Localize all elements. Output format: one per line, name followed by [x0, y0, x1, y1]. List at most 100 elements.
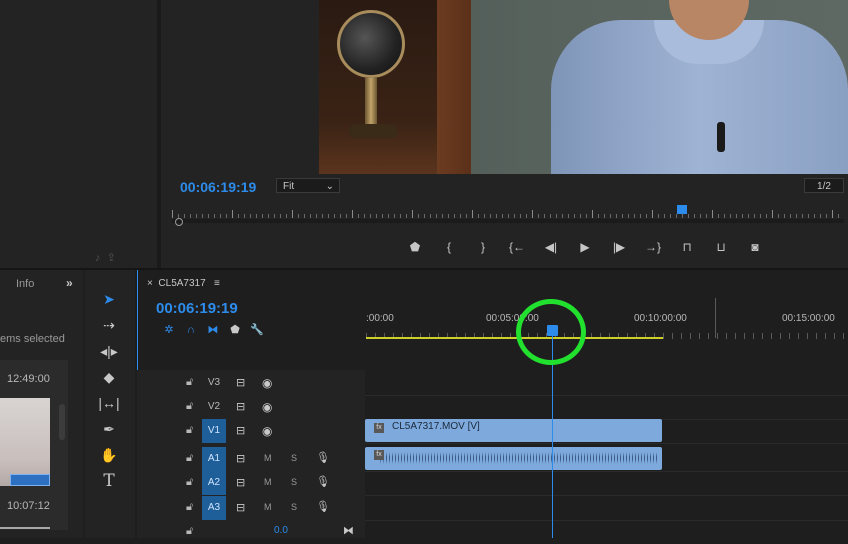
lock-icon[interactable]: 🔓︎ [186, 525, 193, 538]
type-tool-icon[interactable]: T [97, 469, 121, 495]
more-panels-button[interactable]: » [66, 276, 73, 290]
program-video-frame [319, 0, 848, 174]
highlight-circle [516, 299, 586, 365]
step-forward-icon[interactable]: |▶ [602, 238, 636, 256]
ruler-label: :00:00 [366, 313, 394, 324]
items-selected-label: ems selected [0, 333, 65, 345]
eye-icon[interactable]: ◉ [262, 400, 272, 414]
sync-lock-icon[interactable]: ⊟ [236, 424, 245, 437]
play-icon[interactable]: ▶ [568, 238, 602, 256]
source-monitor-footer: ♪⇪ [95, 251, 122, 264]
source-monitor-panel [0, 0, 157, 268]
solo-button[interactable]: S [291, 502, 297, 512]
clip-type-badge [10, 474, 50, 486]
fx-badge: fx [374, 450, 384, 460]
mute-button[interactable]: M [264, 477, 272, 487]
go-to-in-icon[interactable]: {← [500, 238, 534, 256]
program-time-ruler-major-ticks [172, 204, 844, 218]
tab-sequence[interactable]: × CL5A7317 ≡ [147, 278, 220, 289]
nest-sequence-icon[interactable]: ✲ [158, 322, 180, 338]
program-playhead[interactable] [677, 205, 687, 214]
microphone-icon[interactable]: 🎙︎ [316, 500, 330, 513]
track-header-v3: 🔓︎ V3 ⊟ ◉ [138, 371, 365, 395]
mark-out-icon[interactable]: } [466, 238, 500, 256]
track-header-a3: 🔓︎ A3 ⊟ M S 🎙︎ [138, 496, 365, 520]
step-back-icon[interactable]: ◀| [534, 238, 568, 256]
sync-lock-icon[interactable]: ⊟ [236, 400, 245, 413]
slip-tool-icon[interactable]: |↔| [97, 391, 121, 417]
lift-icon[interactable]: ⊓ [670, 238, 704, 256]
add-marker-icon[interactable]: ⬟ [398, 238, 432, 256]
thumb-progress-line [0, 527, 50, 529]
chevron-down-icon: ⌄ [325, 181, 334, 192]
tab-info[interactable]: Info [16, 278, 34, 290]
eye-icon[interactable]: ◉ [262, 424, 272, 438]
microphone-icon[interactable]: 🎙︎ [316, 475, 330, 488]
lock-icon[interactable]: 🔓︎ [186, 376, 193, 389]
ruler-label: 00:10:00:00 [634, 313, 687, 324]
program-zoom-scrollbar[interactable] [172, 219, 844, 223]
zoom-select[interactable]: Fit ⌄ [276, 178, 340, 193]
selection-tool-icon[interactable]: ➤ [97, 287, 121, 313]
timeline-ruler[interactable]: :00:00 00:05:00:00 00:10:00:00 00:15:00:… [366, 313, 848, 327]
hand-tool-icon[interactable]: ✋ [97, 443, 121, 469]
microphone-icon[interactable]: 🎙︎ [316, 451, 330, 464]
video-globe [337, 10, 405, 78]
solo-button[interactable]: S [291, 477, 297, 487]
add-marker-icon[interactable]: ⬟ [224, 322, 246, 338]
audio-waveform-icon[interactable]: ♪ [95, 252, 107, 264]
track-label[interactable]: V3 [202, 371, 226, 395]
master-volume[interactable]: 0.0 [274, 525, 288, 536]
track-select-tool-icon[interactable]: ⇢ [97, 313, 121, 339]
go-to-out-icon[interactable]: →} [636, 238, 670, 256]
track-label[interactable]: V2 [202, 395, 226, 419]
resolution-select[interactable]: 1/2 [804, 178, 844, 193]
razor-tool-icon[interactable]: ◆ [97, 365, 121, 391]
track-label[interactable]: V1 [202, 419, 226, 443]
sync-lock-icon[interactable]: ⊟ [236, 476, 245, 489]
fx-badge: fx [374, 423, 384, 433]
extract-icon[interactable]: ⊔ [704, 238, 738, 256]
track-header-a1: 🔓︎ A1 ⊟ M S 🎙︎ [138, 447, 365, 471]
audio-waveform [380, 452, 658, 464]
thumb-duration-1: 12:49:00 [7, 373, 50, 385]
timeline-timecode[interactable]: 00:06:19:19 [156, 300, 238, 317]
sync-lock-icon[interactable]: ⊟ [236, 376, 245, 389]
eye-icon[interactable]: ◉ [262, 376, 272, 390]
transport-controls: ⬟ { } {← ◀| ▶ |▶ →} ⊓ ⊔ ◙ [398, 238, 772, 256]
pen-tool-icon[interactable]: ✒ [97, 417, 121, 443]
lock-icon[interactable]: 🔓︎ [186, 476, 193, 489]
lock-icon[interactable]: 🔓︎ [186, 452, 193, 465]
wrench-icon[interactable]: 🔧 [246, 322, 268, 338]
project-scrollbar[interactable] [59, 404, 65, 440]
export-frame-icon[interactable]: ◙ [738, 238, 772, 256]
program-zoom-handle[interactable] [175, 218, 183, 226]
track-lane-v3[interactable] [365, 371, 848, 396]
track-label[interactable]: A2 [202, 471, 226, 495]
ripple-edit-tool-icon[interactable]: ◂|▸ [97, 339, 121, 365]
go-to-end-icon[interactable]: ⧓ [343, 524, 354, 537]
work-area-bar[interactable] [366, 337, 663, 339]
program-timecode[interactable]: 00:06:19:19 [180, 179, 256, 195]
zoom-select-value: Fit [283, 181, 295, 192]
snap-icon[interactable]: ∩ [180, 322, 202, 338]
track-lane-a3[interactable] [365, 496, 848, 521]
linked-selection-icon[interactable]: ⧓ [202, 322, 224, 338]
export-icon[interactable]: ⇪ [107, 252, 122, 264]
lock-icon[interactable]: 🔓︎ [186, 501, 193, 514]
sync-lock-icon[interactable]: ⊟ [236, 501, 245, 514]
lock-icon[interactable]: 🔓︎ [186, 424, 193, 437]
panel-menu-icon[interactable]: ≡ [214, 278, 220, 289]
track-lane-v2[interactable] [365, 395, 848, 420]
track-label[interactable]: A3 [202, 496, 226, 520]
track-label[interactable]: A1 [202, 447, 226, 471]
mark-in-icon[interactable]: { [432, 238, 466, 256]
mute-button[interactable]: M [264, 453, 272, 463]
solo-button[interactable]: S [291, 453, 297, 463]
track-lane-a2[interactable] [365, 471, 848, 496]
lock-icon[interactable]: 🔓︎ [186, 400, 193, 413]
close-icon[interactable]: × [147, 278, 153, 289]
sync-lock-icon[interactable]: ⊟ [236, 452, 245, 465]
clip-thumbnail[interactable] [0, 398, 50, 486]
mute-button[interactable]: M [264, 502, 272, 512]
